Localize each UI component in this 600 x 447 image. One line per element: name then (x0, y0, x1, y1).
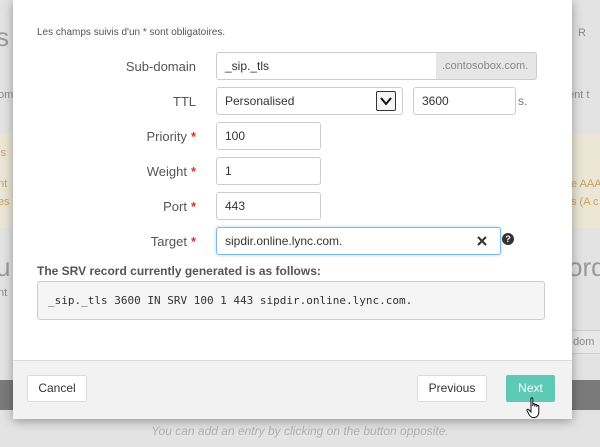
bg-heading-fragment: s (0, 22, 9, 52)
required-marker: * (190, 199, 196, 214)
weight-input[interactable]: 1 (216, 157, 321, 185)
subdomain-input[interactable]: _sip._tls (216, 52, 437, 80)
ttl-value-input[interactable]: 3600 (413, 87, 516, 115)
priority-label: Priority * (146, 129, 196, 144)
previous-button[interactable]: Previous (417, 375, 487, 402)
cancel-button[interactable]: Cancel (27, 375, 87, 402)
close-icon[interactable] (475, 234, 489, 248)
bg-text-fragment: om (0, 89, 14, 101)
bg-warning-fragment: is (0, 147, 6, 159)
priority-label-text: Priority (146, 129, 187, 144)
subdomain-label: Sub-domain (126, 59, 196, 74)
help-icon[interactable]: ? (502, 233, 514, 245)
bg-heading-fragment: ord (568, 252, 600, 282)
ttl-unit: s. (518, 94, 528, 108)
record-heading: The SRV record currently generated is as… (37, 264, 321, 278)
bg-warning-fragment: e AAA (571, 178, 600, 190)
record-preview: _sip._tls 3600 IN SRV 100 1 443 sipdir.o… (37, 281, 545, 320)
ttl-select[interactable]: Personalised (216, 87, 403, 115)
hand-cursor-icon (526, 397, 542, 419)
target-label-text: Target (150, 234, 187, 249)
bg-tab-label: R (578, 27, 586, 39)
required-marker: * (190, 164, 196, 179)
port-input[interactable]: 443 (216, 192, 321, 220)
bg-warning-fragment: nt (0, 178, 8, 190)
bg-warning-fragment: s (A c (571, 196, 599, 208)
target-input[interactable]: sipdir.online.lync.com. (216, 227, 501, 255)
bg-warning-fragment: es (0, 196, 10, 208)
priority-input[interactable]: 100 (216, 122, 321, 150)
port-label: Port * (163, 199, 196, 214)
chevron-down-icon[interactable] (376, 91, 396, 111)
required-marker: * (190, 129, 196, 144)
subdomain-label-text: Sub-domain (125, 59, 196, 74)
target-label: Target * (151, 234, 196, 249)
bg-input-text: dom (573, 336, 595, 348)
weight-label-text: Weight (146, 164, 187, 179)
bg-footer-note: You can add an entry by clicking on the … (151, 424, 449, 438)
required-fields-note: Les champs suivis d'un * sont obligatoir… (37, 27, 226, 38)
weight-label: Weight * (147, 164, 196, 179)
srv-record-modal: Les champs suivis d'un * sont obligatoir… (13, 0, 572, 419)
bg-heading-fragment: u (0, 252, 11, 282)
modal-footer (13, 360, 572, 419)
ttl-label: TTL (173, 94, 196, 109)
domain-suffix: .contosobox.com. (436, 52, 537, 80)
ttl-label-text: TTL (172, 94, 196, 109)
port-label-text: Port (163, 199, 187, 214)
required-marker: * (190, 234, 196, 249)
bg-text-fragment: nt (0, 287, 8, 299)
bg-input: dom (568, 330, 600, 354)
